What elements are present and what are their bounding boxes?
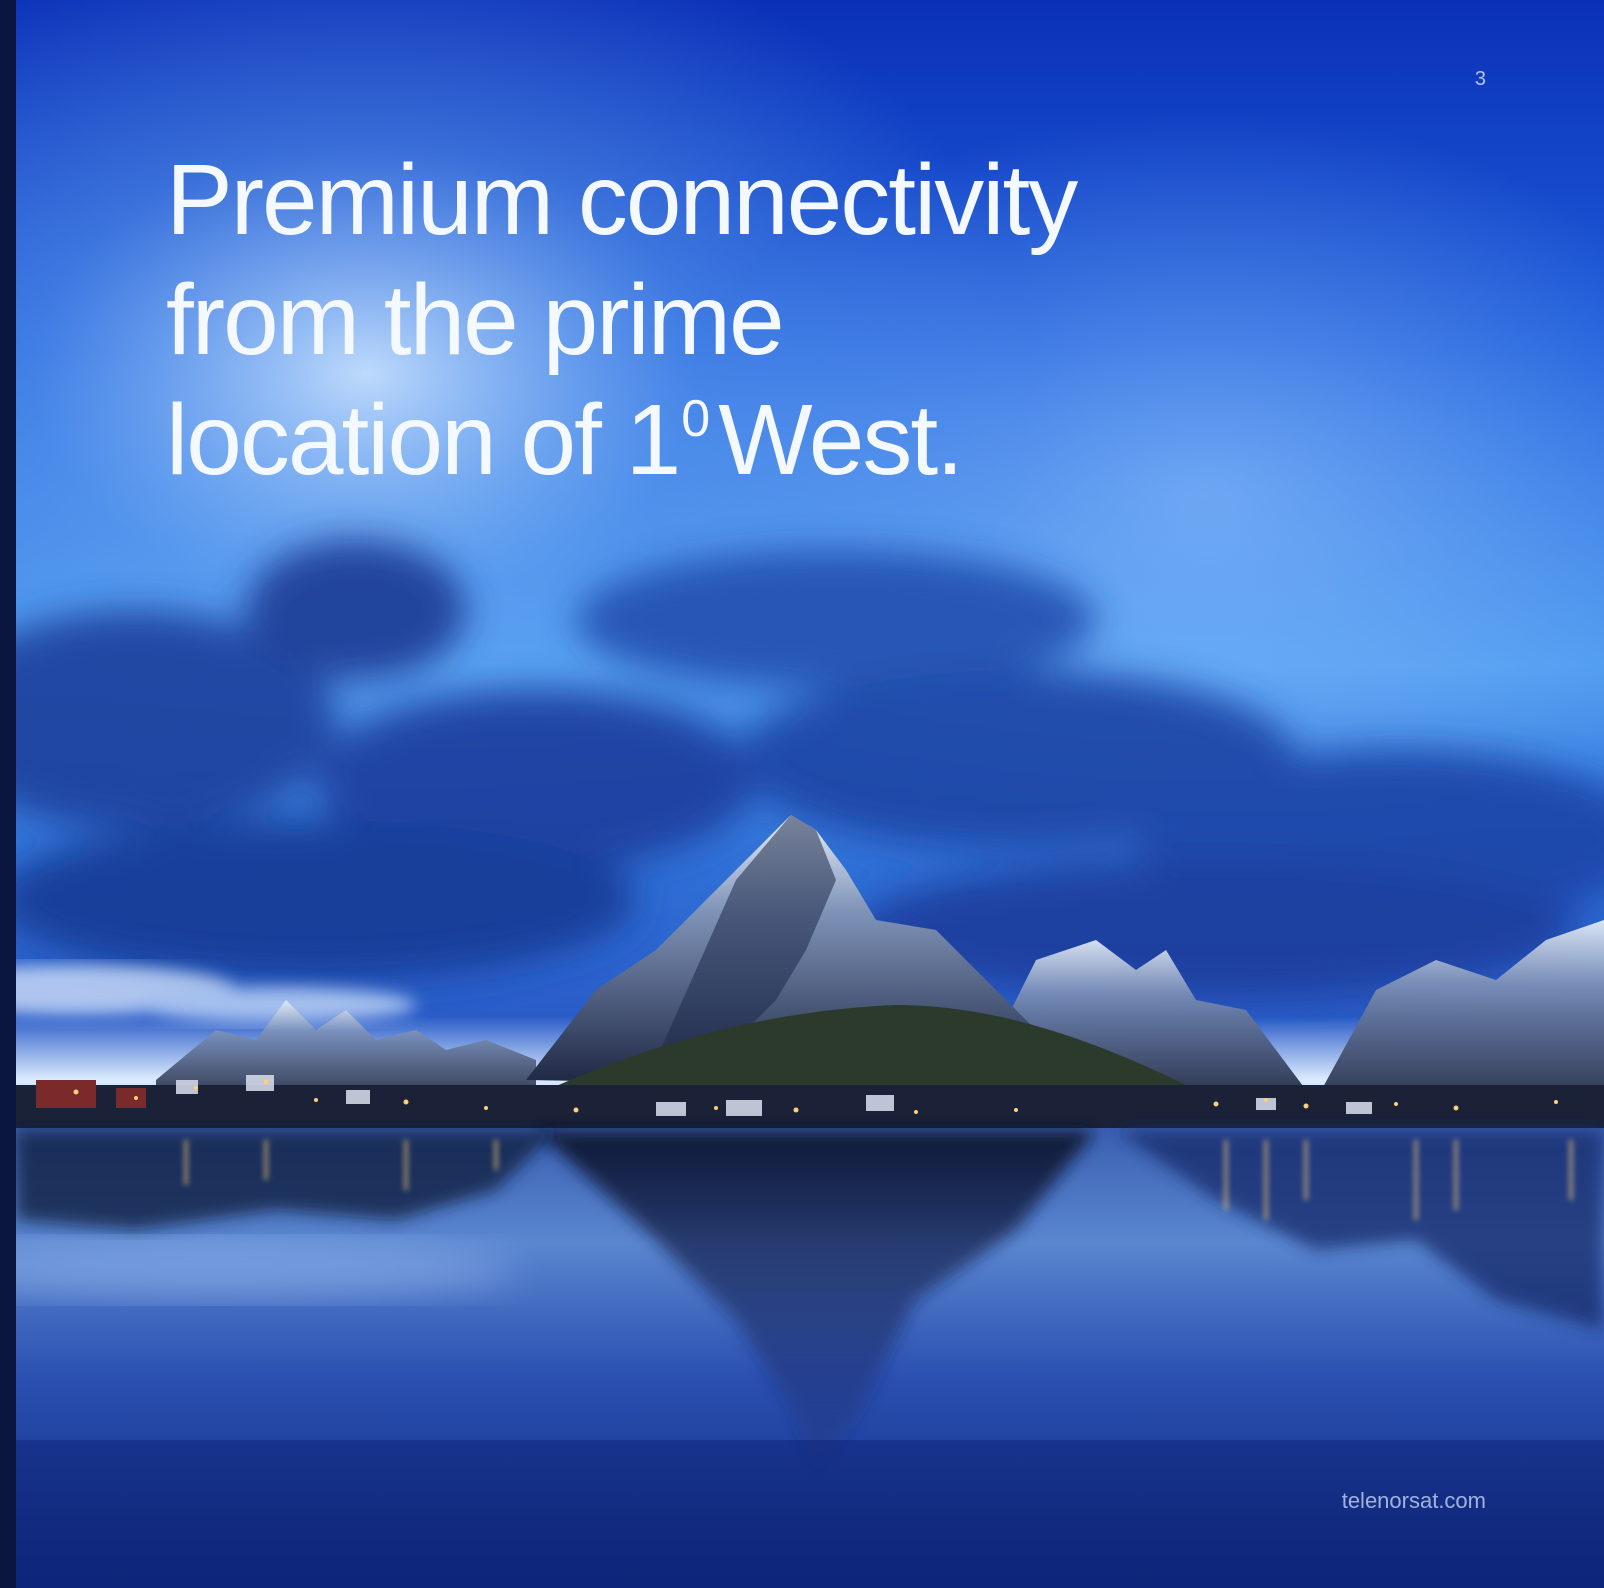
headline: Premium connectivity from the prime loca… [166,140,1316,500]
headline-line-2: from the prime [166,264,785,376]
degree-superscript: 0 [681,389,710,448]
headline-line-3: location of 10 West. [166,380,1316,500]
brochure-page: 3 Premium connectivity from the prime lo… [0,0,1604,1588]
headline-line-3-end: West. [718,384,964,496]
page-edge-strip [0,0,16,1588]
headline-line-3-text: location of 1 [166,384,681,496]
headline-line-1: Premium connectivity [166,144,1078,256]
page-number: 3 [1474,68,1486,90]
website-link[interactable]: telenorsat.com [1342,1488,1486,1514]
